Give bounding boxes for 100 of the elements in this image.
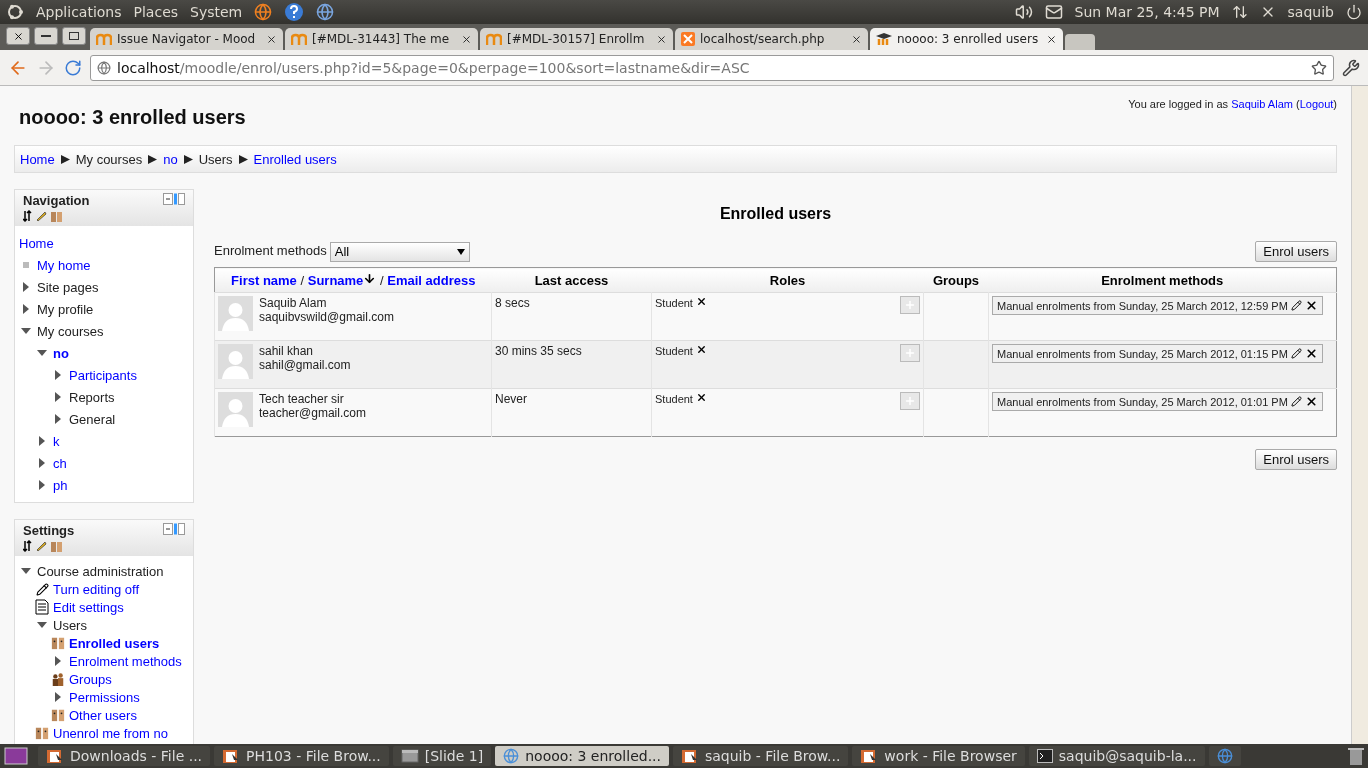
mail-icon[interactable] <box>1044 3 1063 21</box>
restore-button[interactable] <box>62 27 86 45</box>
caret-icon[interactable] <box>21 282 31 292</box>
ubuntu-icon[interactable] <box>6 3 24 21</box>
filter-select[interactable]: All <box>329 241 470 262</box>
tree-link[interactable]: Home <box>19 235 54 251</box>
remove-icon[interactable] <box>696 392 707 403</box>
edit-icon[interactable] <box>1290 348 1302 359</box>
help-icon[interactable] <box>284 2 305 22</box>
power-icon[interactable] <box>1346 4 1362 20</box>
tree-link[interactable]: no <box>53 345 69 361</box>
tree-label[interactable]: Site pages <box>37 279 99 295</box>
block-actions-icon[interactable] <box>23 540 65 552</box>
taskbar-item[interactable]: Downloads - File ... <box>38 746 211 766</box>
taskbar-item[interactable]: saquib - File Brow... <box>673 746 849 766</box>
wrench-icon[interactable] <box>1342 58 1360 77</box>
remove-icon[interactable] <box>696 296 707 307</box>
tree-link[interactable]: Groups <box>69 671 112 687</box>
tree-link[interactable]: ph <box>53 477 68 493</box>
breadcrumb-link[interactable]: Home <box>20 151 55 167</box>
caret-icon[interactable] <box>21 566 31 576</box>
tree-label[interactable]: Course administration <box>37 563 164 579</box>
caret-icon[interactable] <box>37 480 47 490</box>
browser-tab[interactable]: [#MDL-30157] Enrollm <box>480 28 673 50</box>
taskbar-item[interactable]: PH103 - File Brow... <box>214 746 389 766</box>
tree-label[interactable]: My profile <box>37 301 94 317</box>
caret-icon[interactable] <box>21 304 31 314</box>
tree-link[interactable]: ch <box>53 455 67 471</box>
caret-icon[interactable] <box>53 392 63 402</box>
tree-link[interactable]: k <box>53 433 60 449</box>
edit-icon[interactable] <box>1290 300 1302 311</box>
caret-icon[interactable] <box>53 656 63 666</box>
close-icon[interactable] <box>461 33 472 45</box>
taskbar-item[interactable]: work - File Browser <box>852 746 1025 766</box>
browser-tab[interactable]: [#MDL-31443] The me <box>285 28 478 50</box>
caret-icon[interactable] <box>53 692 63 702</box>
caret-icon[interactable] <box>53 414 63 424</box>
user-link[interactable]: Saquib Alam <box>1231 98 1293 110</box>
user-name[interactable]: saquib <box>1287 4 1334 20</box>
tree-label[interactable]: Reports <box>69 389 115 405</box>
sort-link[interactable]: Surname <box>307 273 364 288</box>
tree-label[interactable]: Users <box>53 617 87 633</box>
minimize-button[interactable] <box>34 27 58 45</box>
clock[interactable]: Sun Mar 25, 4:45 PM <box>1074 4 1220 20</box>
panel-menu[interactable]: System <box>190 4 243 20</box>
tree-link[interactable]: Other users <box>69 707 137 723</box>
tree-label[interactable]: My courses <box>37 323 104 339</box>
tree-label[interactable]: General <box>69 411 116 427</box>
column-header[interactable]: First name / Surname / Email address <box>214 267 492 293</box>
caret-icon[interactable] <box>37 348 47 358</box>
volume-icon[interactable] <box>1014 3 1033 21</box>
dock-icon[interactable] <box>163 523 185 535</box>
taskbar-item[interactable]: saquib@saquib-la... <box>1028 746 1205 766</box>
enrol-button[interactable]: Enrol users <box>1255 449 1337 470</box>
address-field[interactable]: localhost/moodle/enrol/users.php?id=5&page=0&perpage=100&sort=lastname&dir=ASC <box>90 54 1334 81</box>
caret-icon[interactable] <box>53 370 63 380</box>
tree-link[interactable]: Permissions <box>69 689 140 705</box>
star-icon[interactable] <box>1311 59 1327 76</box>
tree-link[interactable]: Edit settings <box>53 599 124 615</box>
delete-icon[interactable] <box>1304 347 1318 360</box>
taskbar-item[interactable]: noooo: 3 enrolled... <box>495 746 669 766</box>
breadcrumb-link[interactable]: no <box>163 151 178 167</box>
logout-link[interactable]: Logout <box>1299 98 1334 110</box>
caret-icon[interactable] <box>37 620 47 630</box>
tree-link[interactable]: Participants <box>69 367 137 383</box>
breadcrumb-link[interactable]: Enrolled users <box>253 151 337 167</box>
close-icon[interactable] <box>266 33 277 45</box>
close-button[interactable] <box>6 27 30 45</box>
delete-icon[interactable] <box>1304 395 1318 408</box>
network-icon[interactable] <box>1231 4 1248 20</box>
panel-menu[interactable]: Places <box>133 4 179 20</box>
caret-icon[interactable] <box>37 436 47 446</box>
taskbar-item[interactable]: [Slide 1] <box>392 746 492 766</box>
caret-icon[interactable] <box>21 326 31 336</box>
tree-link[interactable]: Turn editing off <box>53 581 139 597</box>
trash-icon[interactable] <box>1348 747 1364 765</box>
browser-tab[interactable]: Issue Navigator - Mood <box>90 28 283 50</box>
sort-link[interactable]: First name <box>231 273 297 288</box>
tree-link[interactable]: My home <box>37 257 91 273</box>
enrol-button[interactable]: Enrol users <box>1255 241 1337 262</box>
tree-link[interactable]: Enrolled users <box>69 635 160 651</box>
browser-icon[interactable] <box>316 3 335 21</box>
sort-link[interactable]: Email address <box>387 273 476 288</box>
close-icon[interactable] <box>656 33 667 45</box>
delete-icon[interactable] <box>1304 299 1318 312</box>
caret-icon[interactable] <box>37 458 47 468</box>
block-actions-icon[interactable] <box>23 210 65 222</box>
close-icon[interactable] <box>851 33 862 45</box>
remove-icon[interactable] <box>696 344 707 355</box>
edit-icon[interactable] <box>1290 396 1302 407</box>
dock-icon[interactable] <box>163 193 185 205</box>
tree-link[interactable]: Enrolment methods <box>69 653 182 669</box>
panel-menu[interactable]: Applications <box>36 4 122 20</box>
taskbar-item[interactable] <box>1208 746 1241 766</box>
reload-icon[interactable] <box>64 58 82 77</box>
browser-tab[interactable]: localhost/search.php <box>675 28 868 50</box>
scrollbar[interactable] <box>1351 86 1368 744</box>
tree-link[interactable]: Unenrol me from no <box>53 725 168 741</box>
close-icon[interactable] <box>1046 33 1057 45</box>
browser-tab[interactable]: noooo: 3 enrolled users <box>870 28 1063 50</box>
